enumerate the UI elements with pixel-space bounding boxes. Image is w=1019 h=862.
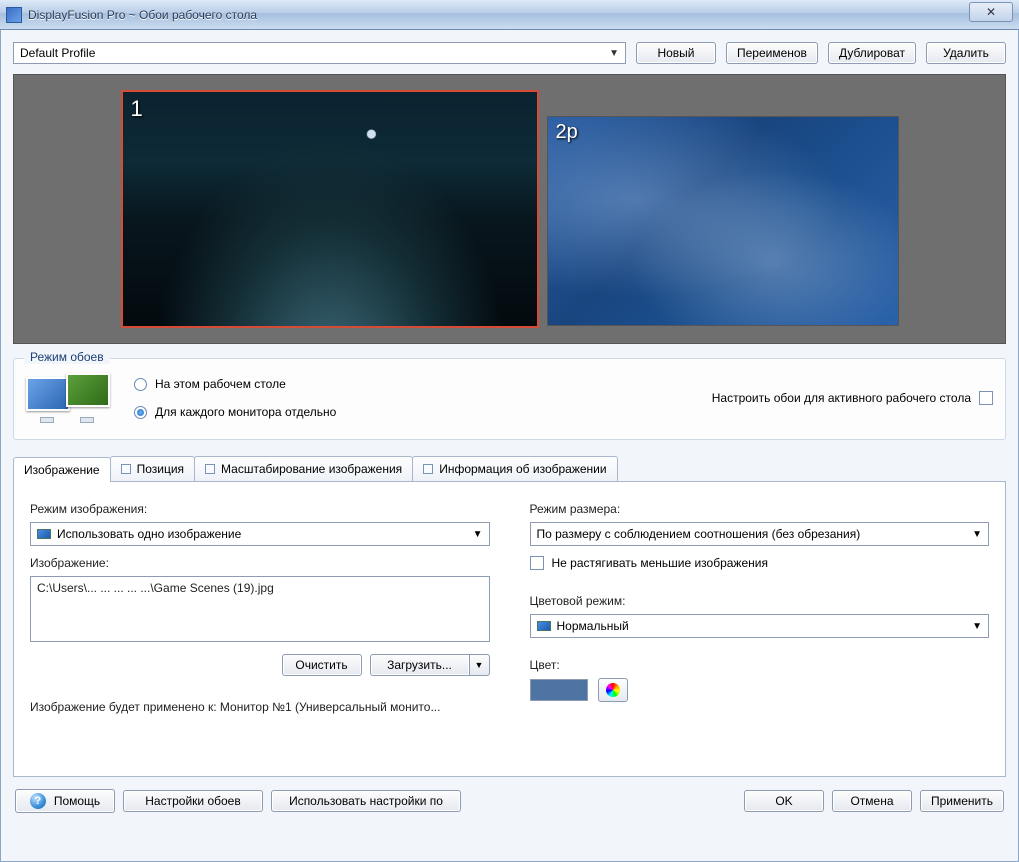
load-button[interactable]: Загрузить... [370,654,470,676]
chevron-down-icon: ▼ [972,621,982,632]
tab-scaling-label: Масштабирование изображения [221,462,402,476]
app-icon [6,7,22,23]
pin-icon [121,464,131,474]
tab-image[interactable]: Изображение [13,457,111,482]
profile-rename-button[interactable]: Переименов [726,42,818,64]
tab-scaling[interactable]: Масштабирование изображения [194,456,413,481]
image-tab-right-col: Режим размера: По размеру с соблюдением … [530,498,990,714]
title-bar: DisplayFusion Pro ~ Обои рабочего стола … [0,0,1019,30]
ok-button[interactable]: OK [744,790,824,812]
chevron-down-icon: ▼ [972,529,982,540]
mini-monitor-stand-icon [40,417,54,423]
profile-row: Default Profile ▼ Новый Переименов Дубли… [13,42,1006,64]
mini-monitor-blue-icon [26,377,70,411]
image-path-label: Изображение: [30,556,490,570]
tab-strip: Изображение Позиция Масштабирование изоб… [13,456,1006,481]
image-tab-columns: Режим изображения: Использовать одно изо… [30,498,989,714]
no-stretch-option[interactable]: Не растягивать меньшие изображения [530,556,990,570]
window-close-button[interactable]: ✕ [969,2,1013,22]
monitor-2-preview[interactable]: 2p [547,116,899,326]
image-swatch-icon [37,529,51,539]
color-mode-combo[interactable]: Нормальный ▼ [530,614,990,638]
active-desktop-label: Настроить обои для активного рабочего ст… [712,391,971,405]
window-title: DisplayFusion Pro ~ Обои рабочего стола [28,8,1013,22]
wallpaper-mode-row: На этом рабочем столе Для каждого монито… [26,373,993,423]
color-row [530,678,990,702]
pin-icon [205,464,215,474]
image-path-value: C:\Users\... ... ... ... ...\Game Scenes… [37,581,274,595]
radio-each-monitor-label: Для каждого монитора отдельно [155,405,336,419]
image-swatch-icon [537,621,551,631]
monitor-1-preview[interactable]: 1 [121,90,539,328]
radio-icon [134,406,147,419]
wallpaper-settings-button[interactable]: Настройки обоев [123,790,263,812]
color-picker-button[interactable] [598,678,628,702]
tab-position[interactable]: Позиция [110,456,195,481]
monitor-1-label: 1 [131,96,143,122]
mini-monitor-green-icon [66,373,110,407]
profile-delete-button[interactable]: Удалить [926,42,1006,64]
tab-image-label: Изображение [24,463,100,477]
size-mode-label: Режим размера: [530,502,990,516]
chevron-down-icon: ▼ [475,660,484,670]
close-icon: ✕ [986,5,996,19]
tab-info[interactable]: Информация об изображении [412,456,617,481]
monitor-preview-area: 1 2p [13,74,1006,344]
chevron-down-icon: ▼ [609,48,619,59]
bottom-button-bar: ? Помощь Настройки обоев Использовать на… [13,777,1006,825]
wallpaper-mode-radios: На этом рабочем столе Для каждого монито… [134,377,336,419]
no-stretch-checkbox[interactable] [530,556,544,570]
image-path-buttons: Очистить Загрузить... ▼ [30,654,490,676]
client-area: Default Profile ▼ Новый Переименов Дубли… [0,30,1019,862]
color-mode-value: Нормальный [557,619,629,633]
wallpaper-mode-legend: Режим обоев [24,350,110,364]
monitors-illustration [26,373,116,423]
size-mode-value: По размеру с соблюдением соотношения (бе… [537,527,861,541]
image-path-list[interactable]: C:\Users\... ... ... ... ...\Game Scenes… [30,576,490,642]
profile-duplicate-button[interactable]: Дублироват [828,42,916,64]
size-mode-combo[interactable]: По размеру с соблюдением соотношения (бе… [530,522,990,546]
color-label: Цвет: [530,658,990,672]
tab-info-label: Информация об изображении [439,462,606,476]
profile-selected-text: Default Profile [20,46,95,60]
profile-select[interactable]: Default Profile ▼ [13,42,626,64]
monitor-2-label: 2p [556,121,578,144]
radio-icon [134,378,147,391]
help-icon: ? [30,793,46,809]
color-mode-label: Цветовой режим: [530,594,990,608]
load-split-button[interactable]: Загрузить... ▼ [370,654,490,676]
pin-icon [423,464,433,474]
load-dropdown-toggle[interactable]: ▼ [470,654,490,676]
use-defaults-button[interactable]: Использовать настройки по [271,790,461,812]
apply-button[interactable]: Применить [920,790,1004,812]
active-desktop-checkbox[interactable] [979,391,993,405]
radio-this-desktop[interactable]: На этом рабочем столе [134,377,336,391]
help-button-label: Помощь [54,794,100,808]
wallpaper-mode-group: Режим обоев На этом рабочем столе Для ка… [13,358,1006,440]
no-stretch-label: Не растягивать меньшие изображения [552,556,768,570]
cancel-button[interactable]: Отмена [832,790,912,812]
active-desktop-option[interactable]: Настроить обои для активного рабочего ст… [712,391,993,405]
radio-this-desktop-label: На этом рабочем столе [155,377,286,391]
applies-to-text: Изображение будет применено к: Монитор №… [30,700,490,714]
image-mode-label: Режим изображения: [30,502,490,516]
clear-button[interactable]: Очистить [282,654,362,676]
chevron-down-icon: ▼ [473,529,483,540]
radio-each-monitor[interactable]: Для каждого монитора отдельно [134,405,336,419]
image-tab-left-col: Режим изображения: Использовать одно изо… [30,498,490,714]
tab-body-image: Режим изображения: Использовать одно изо… [13,481,1006,777]
color-wheel-icon [606,683,620,697]
profile-new-button[interactable]: Новый [636,42,716,64]
tab-position-label: Позиция [137,462,184,476]
image-mode-value: Использовать одно изображение [57,527,241,541]
mini-monitor-stand-icon [80,417,94,423]
image-mode-combo[interactable]: Использовать одно изображение ▼ [30,522,490,546]
help-button[interactable]: ? Помощь [15,789,115,813]
color-swatch[interactable] [530,679,588,701]
